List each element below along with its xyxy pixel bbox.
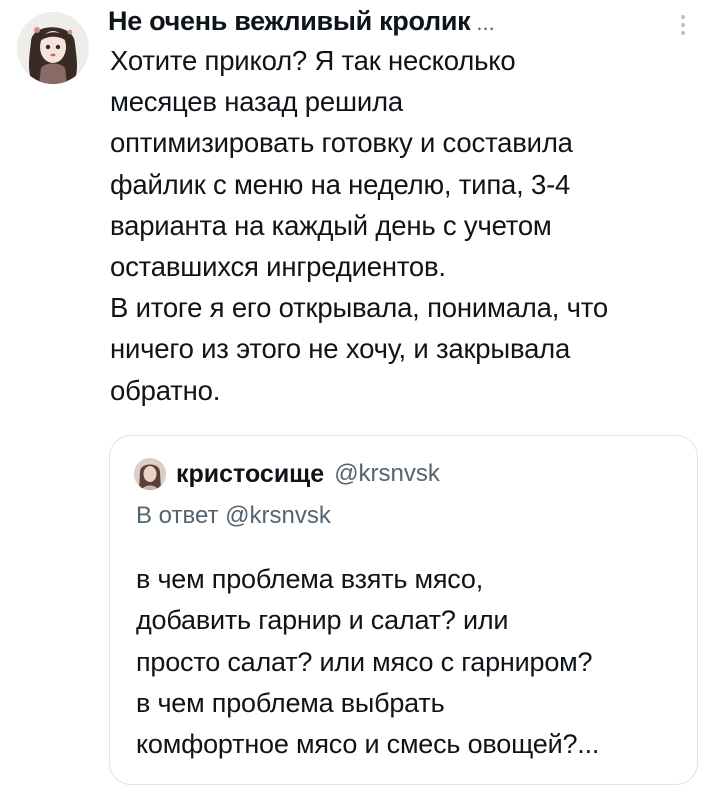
quote-avatar-photo — [134, 458, 166, 490]
quote-avatar[interactable] — [134, 458, 166, 490]
avatar[interactable] — [17, 12, 89, 84]
tweet-paragraph-2: В итоге я его открывала, понимала, что н… — [110, 292, 608, 406]
more-dot — [681, 15, 685, 19]
tweet-text: Хотите прикол? Я так несколько месяцев н… — [110, 40, 690, 411]
avatar-illustration — [17, 12, 89, 84]
tweet-paragraph-1: Хотите прикол? Я так несколько месяцев н… — [110, 45, 573, 283]
tweet: Не очень вежливый кролик ... Хотите прик… — [0, 0, 714, 800]
more-dot — [681, 23, 685, 27]
tweet-header: Не очень вежливый кролик ... — [108, 4, 495, 38]
author-ellipsis: ... — [476, 10, 495, 35]
quote-author-handle[interactable]: @krsnvsk — [334, 460, 440, 488]
more-vertical-icon[interactable] — [668, 10, 698, 40]
quote-author-name[interactable]: кристосище — [176, 460, 324, 489]
quoted-tweet-card[interactable]: кристосище @krsnvsk В ответ @krsnvsk в ч… — [109, 435, 698, 785]
quote-header: кристосище @krsnvsk — [134, 458, 440, 490]
more-dot — [681, 31, 685, 35]
author-name[interactable]: Не очень вежливый кролик — [108, 6, 471, 37]
quote-reply-to: В ответ @krsnvsk — [136, 502, 331, 529]
quote-text: в чем проблема взять мясо, добавить гарн… — [136, 564, 600, 760]
